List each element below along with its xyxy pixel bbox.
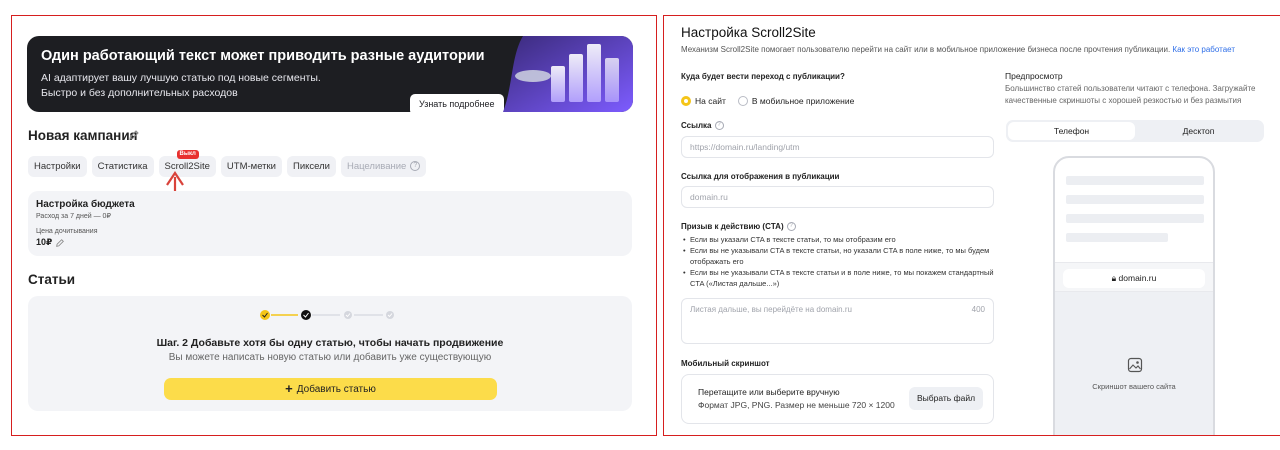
upload-hint: Перетащите или выберите вручную: [698, 387, 840, 397]
preview-title: Предпросмотр: [1005, 71, 1063, 81]
upload-format: Формат JPG, PNG. Размер не меньше 720 × …: [698, 400, 895, 410]
preview-subtitle: Большинство статей пользователи читают с…: [1005, 84, 1256, 105]
page-subtitle: Механизм Scroll2Site помогает пользовате…: [681, 45, 1235, 54]
campaign-title: Новая кампания: [28, 128, 138, 143]
plus-icon: +: [285, 381, 293, 396]
tab-utm[interactable]: UTM-метки: [220, 156, 282, 177]
skeleton-line: [1066, 233, 1168, 242]
link-label: Ссылка?: [681, 121, 724, 131]
scroll2site-panel: Настройка Scroll2Site Механизм Scroll2Si…: [663, 15, 1280, 436]
learn-more-button[interactable]: Узнать подробнее: [410, 94, 504, 112]
status-badge: Выкл: [176, 150, 199, 159]
destination-radio-group: На сайт В мобильное приложение: [681, 96, 862, 106]
promo-banner: Один работающий текст может приводить ра…: [27, 36, 633, 112]
skeleton-line: [1066, 214, 1204, 223]
screenshot-dropzone[interactable]: Перетащите или выберите вручную Формат J…: [681, 374, 994, 424]
banner-title: Один работающий текст может приводить ра…: [41, 48, 485, 64]
list-item: Если вы не указывали CTA в тексте статьи…: [681, 245, 996, 267]
link-input[interactable]: https://domain.ru/landing/utm: [681, 136, 994, 158]
add-article-button[interactable]: + Добавить статью: [164, 378, 497, 400]
radio-site-label[interactable]: На сайт: [695, 96, 726, 106]
display-link-input[interactable]: domain.ru: [681, 186, 994, 208]
edit-pencil-icon[interactable]: [128, 129, 140, 141]
radio-site[interactable]: [681, 96, 691, 106]
tab-targeting-label: Нацеливание: [346, 161, 407, 172]
list-item: Если вы указали CTA в тексте статьи, то …: [681, 234, 996, 245]
campaign-tabs: Настройки Статистика Scroll2Site Выкл UT…: [28, 150, 427, 177]
page-title: Настройка Scroll2Site: [681, 25, 816, 40]
campaign-panel: Один работающий текст может приводить ра…: [11, 15, 657, 436]
tab-targeting: Нацеливание?: [340, 156, 427, 177]
banner-line-1: AI адаптирует вашу лучшую статью под нов…: [41, 72, 321, 84]
display-link-label: Ссылка для отображения в публикации: [681, 172, 840, 181]
price-label: Цена дочитывания: [36, 228, 98, 235]
how-it-works-link[interactable]: Как это работает: [1172, 45, 1235, 54]
help-icon[interactable]: ?: [714, 121, 724, 131]
tab-desktop[interactable]: Десктоп: [1135, 122, 1262, 140]
banner-text: AI адаптирует вашу лучшую статью под нов…: [41, 71, 321, 101]
screenshot-placeholder: Скриншот вашего сайта: [1055, 292, 1213, 435]
step-subtitle: Вы можете написать новую статью или доба…: [168, 352, 492, 363]
question-icon: ?: [410, 161, 421, 172]
link-label-text: Ссылка: [681, 121, 712, 130]
budget-title: Настройка бюджета: [36, 199, 135, 210]
choose-file-button[interactable]: Выбрать файл: [909, 387, 984, 410]
price-value: 10₽: [36, 237, 53, 247]
banner-illustration: [503, 36, 633, 112]
step-title: Шаг. 2 Добавьте хотя бы одну статью, что…: [156, 337, 504, 349]
edit-price-icon[interactable]: [55, 238, 65, 248]
destination-label: Куда будет вести переход с публикации?: [681, 72, 845, 81]
cta-label-text: Призыв к действию (CTA): [681, 222, 784, 231]
skeleton-line: [1066, 176, 1204, 185]
preview-url: domain.ru: [1118, 273, 1157, 283]
url-pill: 🔒︎ domain.ru: [1063, 269, 1205, 288]
tab-phone[interactable]: Телефон: [1008, 122, 1135, 140]
banner-line-2: Быстро и без дополнительных расходов: [41, 87, 238, 99]
lock-icon: 🔒︎: [1111, 273, 1117, 283]
budget-spend: Расход за 7 дней — 0₽: [36, 213, 111, 220]
screenshot-label: Мобильный скриншот: [681, 359, 770, 368]
tab-settings[interactable]: Настройки: [28, 156, 87, 177]
image-icon: [1127, 357, 1143, 373]
radio-app[interactable]: [737, 96, 748, 106]
add-article-label: Добавить статью: [296, 384, 376, 395]
cta-textarea[interactable]: Листая дальше, вы перейдёте на domain.ru…: [681, 298, 994, 344]
device-switcher: Телефон Десктоп: [1006, 120, 1264, 142]
tab-pixels[interactable]: Пиксели: [286, 156, 336, 177]
articles-title: Статьи: [28, 272, 76, 287]
progress-stepper: [260, 310, 394, 320]
radio-app-label[interactable]: В мобильное приложение: [752, 96, 854, 106]
cta-rules-list: Если вы указали CTA в тексте статьи, то …: [681, 234, 996, 289]
skeleton-line: [1066, 195, 1204, 204]
subtitle-text: Механизм Scroll2Site помогает пользовате…: [681, 45, 1171, 54]
screenshot-caption: Скриншот вашего сайта: [1092, 382, 1176, 391]
phone-preview: 🔒︎ domain.ru Скриншот вашего сайта: [1053, 156, 1215, 435]
budget-card[interactable]: Настройка бюджета Расход за 7 дней — 0₽ …: [28, 191, 632, 256]
help-icon[interactable]: ?: [786, 222, 796, 232]
tab-statistics[interactable]: Статистика: [91, 156, 154, 177]
browser-url-bar: 🔒︎ domain.ru: [1055, 262, 1213, 292]
list-item: Если вы не указывали CTA в тексте статьи…: [681, 267, 996, 289]
cta-label: Призыв к действию (CTA)?: [681, 222, 796, 232]
char-counter: 400: [971, 305, 985, 314]
articles-empty-state: Шаг. 2 Добавьте хотя бы одну статью, что…: [28, 296, 632, 411]
cta-placeholder: Листая дальше, вы перейдёте на domain.ru: [690, 305, 852, 314]
